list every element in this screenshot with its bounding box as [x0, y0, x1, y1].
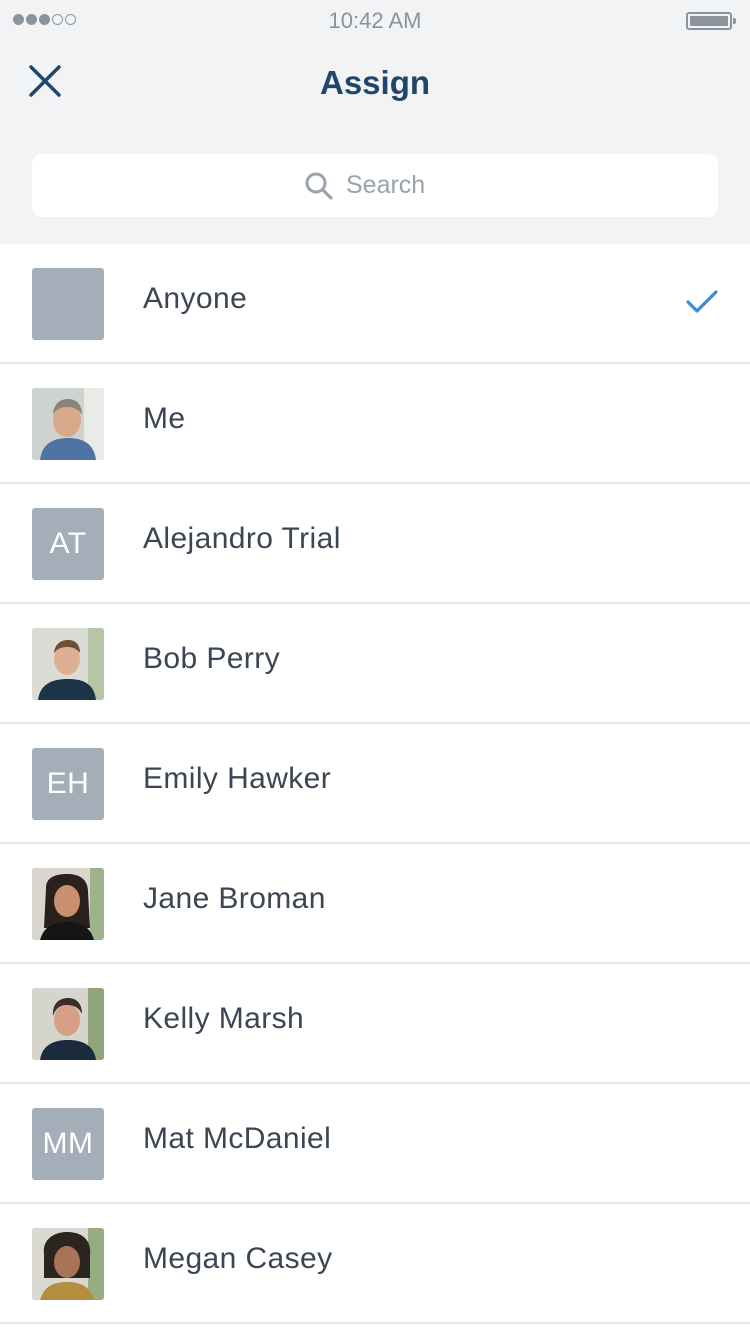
checkmark-icon [686, 290, 718, 313]
page-title: Assign [319, 64, 431, 101]
list-item-bob-perry[interactable]: Bob Perry [0, 604, 750, 724]
list-item-jane-broman[interactable]: Jane Broman [0, 844, 750, 964]
status-time: 10:42 AM [328, 8, 422, 33]
search-bar[interactable] [32, 154, 718, 217]
assignee-name: Emily Hawker [143, 762, 332, 795]
avatar-initials: EH [46, 767, 90, 800]
list-item-me[interactable]: Me [0, 364, 750, 484]
list-item-emily-hawker[interactable]: EH Emily Hawker [0, 724, 750, 844]
avatar [32, 988, 104, 1060]
avatar-initials: MM [42, 1127, 94, 1160]
assignee-name: Bob Perry [143, 642, 280, 675]
assignee-name: Alejandro Trial [143, 522, 341, 555]
status-bar: 10:42 AM [0, 0, 750, 40]
avatar [32, 868, 104, 940]
search-input[interactable] [346, 171, 446, 200]
assignee-name: Mat McDaniel [143, 1122, 332, 1155]
navigation-bar: Assign [0, 48, 750, 120]
assignee-name: Kelly Marsh [143, 1002, 305, 1035]
list-item-megan-casey[interactable]: Megan Casey [0, 1204, 750, 1324]
avatar [32, 1228, 104, 1300]
assignee-name: Me [143, 402, 186, 435]
header-area: 10:42 AM Assign [0, 0, 750, 244]
avatar [32, 628, 104, 700]
avatar: AT [32, 508, 104, 580]
battery-icon [686, 12, 736, 30]
assignee-list: Anyone Me AT Alejandro Trial Bob Perry E… [0, 244, 750, 1324]
avatar-initials: AT [49, 527, 87, 560]
avatar [32, 388, 104, 460]
list-item-kelly-marsh[interactable]: Kelly Marsh [0, 964, 750, 1084]
avatar [32, 268, 104, 340]
search-icon [304, 171, 334, 201]
avatar: MM [32, 1108, 104, 1180]
list-item-anyone[interactable]: Anyone [0, 244, 750, 364]
avatar: EH [32, 748, 104, 820]
assignee-name: Jane Broman [143, 882, 326, 915]
assignee-name: Anyone [143, 282, 248, 315]
list-item-mat-mcdaniel[interactable]: MM Mat McDaniel [0, 1084, 750, 1204]
assignee-name: Megan Casey [143, 1242, 333, 1275]
list-item-alejandro-trial[interactable]: AT Alejandro Trial [0, 484, 750, 604]
